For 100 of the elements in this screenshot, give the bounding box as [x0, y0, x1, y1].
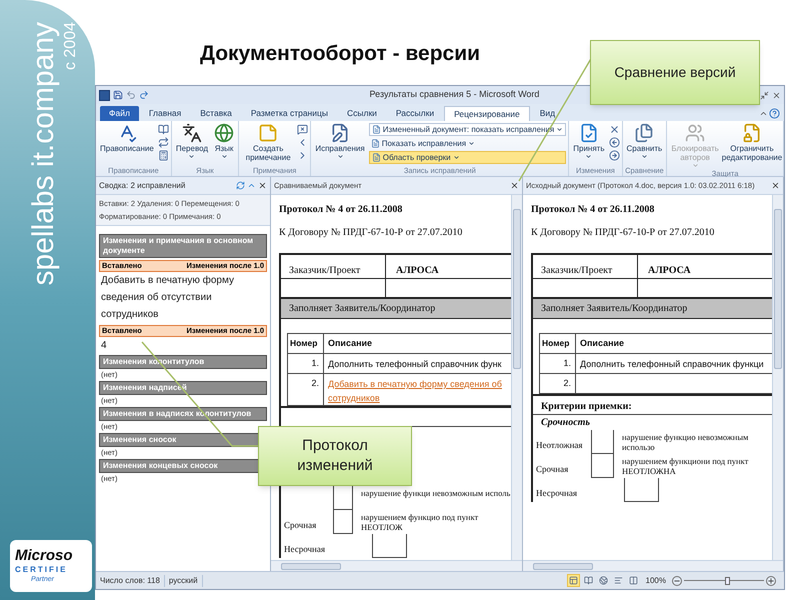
- view-button[interactable]: [566, 574, 580, 587]
- close-icon[interactable]: [258, 181, 267, 190]
- globe-icon: [214, 123, 234, 143]
- caret-icon: [640, 153, 648, 160]
- document-text: К Договору № ПРДГ-67-10-Р от 27.07.2010: [531, 227, 716, 239]
- restore-icon[interactable]: [760, 90, 769, 100]
- comment-delete-icon[interactable]: [297, 124, 308, 135]
- zoom-slider[interactable]: [684, 576, 764, 586]
- table-cell: 2.: [540, 374, 576, 393]
- window-title: Результаты сравнения 5 - Microsoft Word: [368, 88, 540, 102]
- section-heading: Изменения и примечания в основном документе: [99, 234, 267, 258]
- view-button[interactable]: [582, 574, 595, 587]
- ribbon-button[interactable]: Создать примечание: [241, 123, 296, 162]
- previous-icon[interactable]: [608, 137, 620, 148]
- ribbon-button[interactable]: Сравнить: [624, 123, 664, 160]
- refresh-icon[interactable]: [236, 181, 245, 190]
- caret-icon: [336, 153, 344, 160]
- logo-brand: Microso: [15, 548, 73, 564]
- reject-icon[interactable]: [608, 124, 620, 135]
- horizontal-scrollbar[interactable]: [271, 560, 522, 571]
- undo-icon[interactable]: [126, 90, 136, 100]
- criteria-subtitle: Срочность: [541, 416, 590, 430]
- menu-button[interactable]: Показать исправления: [368, 137, 566, 150]
- logo-line: CERTIFIE: [15, 564, 68, 575]
- empty-cell: [373, 534, 407, 558]
- ribbon-tab[interactable]: Файл: [100, 106, 139, 121]
- ribbon-button[interactable]: Правописание: [98, 123, 156, 153]
- ribbon-button[interactable]: Ограничить редактирование: [723, 123, 781, 162]
- document-icon: [372, 153, 381, 162]
- ribbon-tab[interactable]: Вставка: [191, 106, 241, 121]
- section-heading: Изменения колонтитулов: [99, 355, 267, 369]
- menu-button[interactable]: Область проверки: [368, 151, 566, 164]
- brand-since: с 2004: [62, 22, 80, 70]
- table-cell: 1.: [540, 354, 576, 373]
- urgency-label: Несрочная: [536, 488, 577, 498]
- word-count[interactable]: Число слов: 118: [96, 574, 165, 586]
- view-button[interactable]: [596, 574, 610, 587]
- close-icon[interactable]: [771, 181, 780, 190]
- ribbon-tab[interactable]: Ссылки: [338, 106, 386, 121]
- note-icon: [258, 123, 278, 143]
- urgency-label: Неотложная: [536, 440, 583, 450]
- chevron-up-icon[interactable]: [759, 109, 768, 118]
- help-icon[interactable]: [769, 108, 780, 119]
- table-cell-text: Добавить в печатную форму сведения об сотрудников: [327, 378, 503, 405]
- criteria-text: нарушение функцио невозможным использо: [622, 432, 750, 452]
- ribbon-tab[interactable]: Вид: [530, 106, 564, 121]
- document-heading: Протокол № 4 от 26.11.2008: [279, 203, 404, 217]
- document-icon: [370, 139, 380, 148]
- counter-icon[interactable]: [158, 150, 169, 161]
- empty-cell: [592, 454, 614, 478]
- brand-name: spellabs it.company: [28, 22, 60, 286]
- vertical-scrollbar[interactable]: [511, 195, 522, 560]
- reading-view-icon: [584, 576, 593, 585]
- zoom-in-icon[interactable]: [766, 576, 776, 586]
- lock-document-icon: [742, 123, 762, 143]
- section-heading: Изменения надписей: [99, 381, 267, 395]
- criteria-text: нарушением функциони под пункт НЕОТЛОЖНА: [622, 456, 750, 476]
- horizontal-scrollbar[interactable]: [523, 560, 783, 571]
- caret-icon: [556, 126, 564, 133]
- ribbon-button[interactable]: Перевод: [174, 123, 210, 160]
- caret-icon: [692, 162, 699, 169]
- save-icon[interactable]: [113, 90, 123, 100]
- criteria-text: нарушением функцио под пункт НЕОТЛОЖ: [361, 512, 480, 532]
- ribbon-button[interactable]: Исправления: [313, 123, 367, 160]
- next-icon[interactable]: [608, 150, 620, 161]
- revision-text[interactable]: 4: [99, 337, 267, 354]
- zoom-level[interactable]: 100%: [640, 574, 672, 586]
- repeat-icon[interactable]: [158, 137, 169, 148]
- ribbon-tab[interactable]: Разметка страницы: [242, 106, 337, 121]
- caret-icon: [220, 153, 228, 160]
- pen-document-icon: [330, 123, 350, 143]
- redo-icon[interactable]: [139, 90, 149, 100]
- web-view-icon: [598, 576, 608, 585]
- table-cell: 2.: [288, 374, 324, 405]
- urgency-label: Несрочная: [284, 544, 325, 554]
- ribbon-tab[interactable]: Рассылки: [386, 106, 444, 121]
- translate-icon: [182, 123, 202, 143]
- zoom-out-icon[interactable]: [672, 576, 682, 586]
- check-document-icon: [578, 123, 599, 143]
- revision-text[interactable]: Добавить в печатную форму сведения об отсутствии сотрудников: [99, 272, 267, 323]
- empty-cell: [334, 510, 353, 534]
- close-icon[interactable]: [510, 181, 519, 190]
- table-cell-text: АЛРОСА: [647, 264, 692, 278]
- slider-thumb[interactable]: [725, 576, 730, 584]
- vertical-scrollbar[interactable]: [772, 195, 783, 560]
- ribbon-tab[interactable]: Главная: [140, 106, 190, 121]
- section-title: Заполняет Заявитель/Координатор: [541, 302, 688, 316]
- outline-view-icon: [614, 576, 623, 585]
- table-cell-text: АЛРОСА: [395, 264, 440, 278]
- ribbon-button[interactable]: Язык: [212, 123, 236, 160]
- language-label[interactable]: русский: [164, 574, 203, 586]
- slide-title: Документооборот - версии: [200, 42, 480, 65]
- caret-icon: [188, 153, 196, 160]
- ribbon-button[interactable]: Принять: [571, 123, 607, 160]
- ribbon-tab[interactable]: Рецензирование: [444, 106, 530, 121]
- section-heading: Изменения в надписях колонтитулов: [99, 407, 267, 421]
- close-icon[interactable]: [772, 90, 781, 100]
- table-cell-text: Дополнить телефонный справочник функ: [327, 358, 502, 371]
- book-icon[interactable]: [158, 124, 169, 135]
- callout-text: Сравнение версий: [614, 63, 736, 82]
